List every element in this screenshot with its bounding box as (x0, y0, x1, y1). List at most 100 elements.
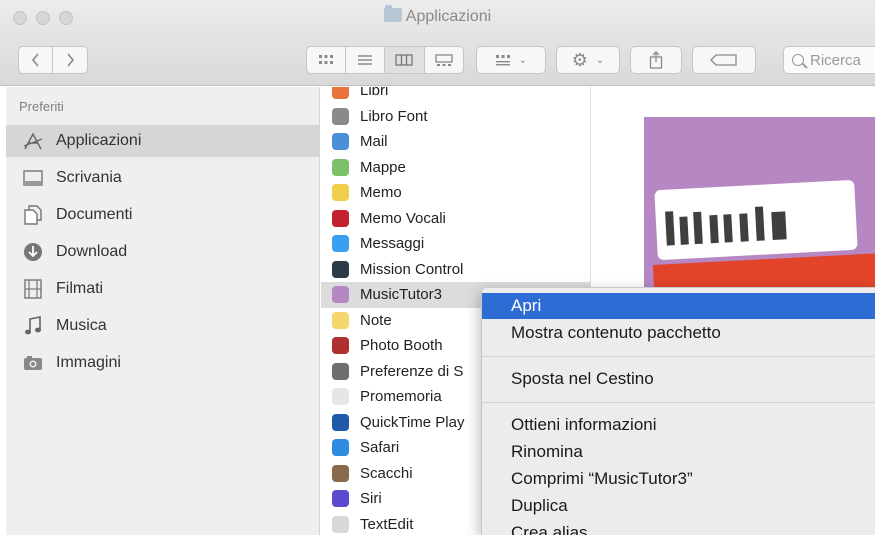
sidebar-item-label: Applicazioni (56, 132, 142, 149)
documents-icon (22, 205, 44, 225)
window-title-text: Applicazioni (405, 8, 492, 25)
pictures-icon (22, 353, 44, 373)
app-icon (332, 515, 349, 533)
menu-separator (482, 402, 875, 403)
app-icon (332, 388, 349, 406)
app-icon (332, 107, 349, 125)
forward-icon (66, 53, 74, 67)
icon-view-icon (318, 55, 333, 64)
file-name: TextEdit (360, 515, 414, 533)
sidebar-item-filmati[interactable]: Filmati (6, 273, 320, 305)
sidebar-item-download[interactable]: Download (6, 236, 320, 268)
file-row-libro-font[interactable]: Libro Font (321, 104, 590, 130)
file-name: MusicTutor3 (360, 286, 442, 304)
file-row-messaggi[interactable]: Messaggi (321, 231, 590, 257)
app-icon (332, 413, 349, 431)
app-icon (332, 286, 349, 304)
menu-item-rinomina[interactable]: Rinomina (482, 439, 875, 465)
view-switcher (306, 46, 464, 74)
file-name: QuickTime Play (360, 413, 465, 431)
file-name: Messaggi (360, 235, 425, 253)
action-button[interactable]: ⚙ ⌄ (556, 46, 620, 74)
sidebar-item-label: Musica (56, 317, 107, 334)
app-icon (332, 158, 349, 176)
file-row-libri[interactable]: Libri (321, 87, 590, 104)
folder-icon (383, 5, 402, 22)
file-row-mission-control[interactable]: Mission Control (321, 257, 590, 283)
download-icon (22, 242, 44, 262)
app-icon (332, 464, 349, 482)
file-name: Mappe (360, 158, 406, 176)
desktop-icon (22, 168, 44, 188)
sidebar-item-label: Documenti (56, 206, 133, 223)
file-name: Preferenze di S (360, 362, 464, 380)
app-icon (332, 133, 349, 151)
back-button[interactable] (19, 47, 54, 73)
app-icon (332, 184, 349, 202)
sidebar: Preferiti Applicazioni Scrivania Documen… (6, 87, 320, 535)
file-name: Siri (360, 490, 382, 508)
menu-item-comprimi-musictutor3[interactable]: Comprimi “MusicTutor3” (482, 466, 875, 492)
file-name: Promemoria (360, 388, 442, 406)
file-row-mappe[interactable]: Mappe (321, 155, 590, 181)
window-title: Applicazioni (0, 5, 875, 26)
file-name: Memo Vocali (360, 209, 446, 227)
file-name: Mail (360, 133, 388, 151)
tag-icon (710, 54, 737, 66)
app-icon (332, 490, 349, 508)
list-view-button[interactable] (346, 47, 386, 73)
search-field[interactable]: Ricerca (783, 46, 875, 74)
file-row-memo-vocali[interactable]: Memo Vocali (321, 206, 590, 232)
search-icon (792, 54, 804, 66)
file-row-memo[interactable]: Memo (321, 180, 590, 206)
menu-item-duplica[interactable]: Duplica (482, 493, 875, 519)
applications-icon (22, 131, 44, 151)
file-name: Photo Booth (360, 337, 443, 355)
app-icon (332, 362, 349, 380)
back-icon (31, 53, 39, 67)
menu-separator (482, 356, 875, 357)
nav-buttons (18, 46, 88, 74)
sidebar-item-documenti[interactable]: Documenti (6, 199, 320, 231)
menu-item-sposta-nel-cestino[interactable]: Sposta nel Cestino (482, 366, 875, 392)
file-name: Mission Control (360, 260, 464, 278)
file-name: Libri (360, 87, 389, 100)
file-name: Note (360, 311, 392, 329)
gallery-view-button[interactable] (425, 47, 463, 73)
app-icon (332, 87, 349, 100)
movies-icon (22, 279, 44, 299)
app-icon (332, 439, 349, 457)
forward-button[interactable] (53, 47, 87, 73)
list-view-icon (357, 55, 372, 65)
tag-button[interactable] (692, 46, 756, 74)
window-toolbar: Applicazioni ⌄ ⚙ ⌄ Ricerca (0, 0, 875, 86)
group-button[interactable]: ⌄ (476, 46, 546, 74)
file-name: Scacchi (360, 464, 413, 482)
group-icon (495, 55, 510, 66)
sidebar-item-musica[interactable]: Musica (6, 310, 320, 342)
sidebar-item-label: Filmati (56, 280, 104, 297)
menu-item-crea-alias[interactable]: Crea alias (482, 520, 875, 535)
gallery-view-icon (435, 54, 453, 66)
sidebar-item-immagini[interactable]: Immagini (6, 347, 320, 379)
menu-item-ottieni-informazioni[interactable]: Ottieni informazioni (482, 412, 875, 438)
column-view-button[interactable] (385, 47, 425, 73)
app-icon (332, 235, 349, 253)
app-icon (332, 337, 349, 355)
file-name: Safari (360, 439, 400, 457)
music-icon (22, 316, 44, 336)
sidebar-item-label: Scrivania (56, 169, 122, 186)
chevron-down-icon: ⌄ (518, 54, 528, 66)
menu-item-apri[interactable]: Apri (482, 293, 875, 319)
share-icon (649, 51, 663, 69)
sidebar-section-title: Preferiti (19, 99, 64, 114)
app-icon (332, 311, 349, 329)
icon-view-button[interactable] (307, 47, 346, 73)
file-row-mail[interactable]: Mail (321, 129, 590, 155)
share-button[interactable] (630, 46, 682, 74)
sidebar-item-label: Immagini (56, 354, 121, 371)
menu-item-mostra-contenuto-pacchetto[interactable]: Mostra contenuto pacchetto (482, 320, 875, 346)
sidebar-item-label: Download (56, 243, 128, 260)
sidebar-item-scrivania[interactable]: Scrivania (6, 162, 320, 194)
sidebar-item-applicazioni[interactable]: Applicazioni (6, 125, 320, 157)
